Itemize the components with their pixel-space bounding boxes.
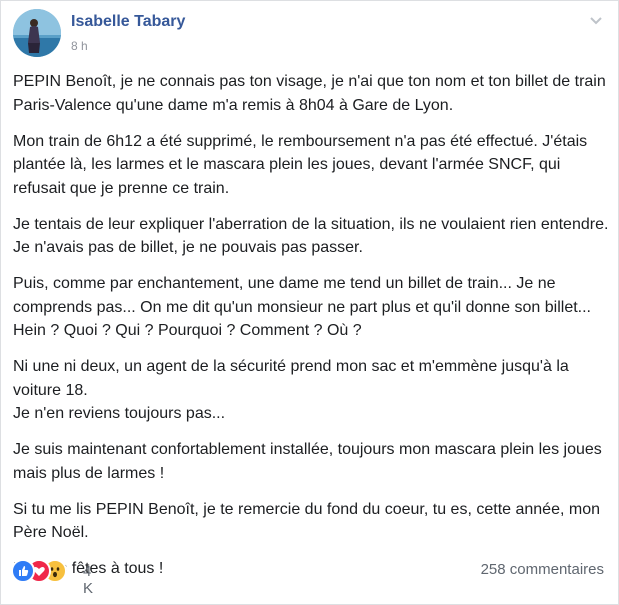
post-paragraph: Mon train de 6h12 a été supprimé, le rem…: [13, 132, 588, 197]
chevron-down-icon[interactable]: [588, 13, 604, 29]
like-icon: [11, 559, 35, 583]
post-timestamp[interactable]: 8 h: [71, 39, 88, 53]
avatar-photo: [13, 9, 61, 57]
post-footer: 4 K 258 commentaires: [11, 557, 604, 597]
post-card: Isabelle Tabary 8 h PEPIN Benoît, je ne …: [0, 0, 619, 605]
post-paragraph: Puis, comme par enchantement, une dame m…: [13, 275, 591, 339]
post-paragraph: Si tu me lis PEPIN Benoît, je te remerci…: [13, 500, 600, 542]
author-name[interactable]: Isabelle Tabary: [71, 13, 185, 31]
reaction-count[interactable]: 4 K: [83, 563, 93, 597]
post-paragraph: Je suis maintenant confortablement insta…: [13, 441, 602, 482]
comments-count-link[interactable]: 258 commentaires: [481, 561, 604, 578]
post-paragraph: Ni une ni deux, un agent de la sécurité …: [13, 358, 569, 422]
post-body: PEPIN Benoît, je ne connais pas ton visa…: [13, 70, 609, 593]
post-paragraph: PEPIN Benoît, je ne connais pas ton visa…: [13, 73, 606, 114]
post-paragraph: Je tentais de leur expliquer l'aberratio…: [13, 215, 609, 257]
avatar[interactable]: [13, 9, 61, 57]
